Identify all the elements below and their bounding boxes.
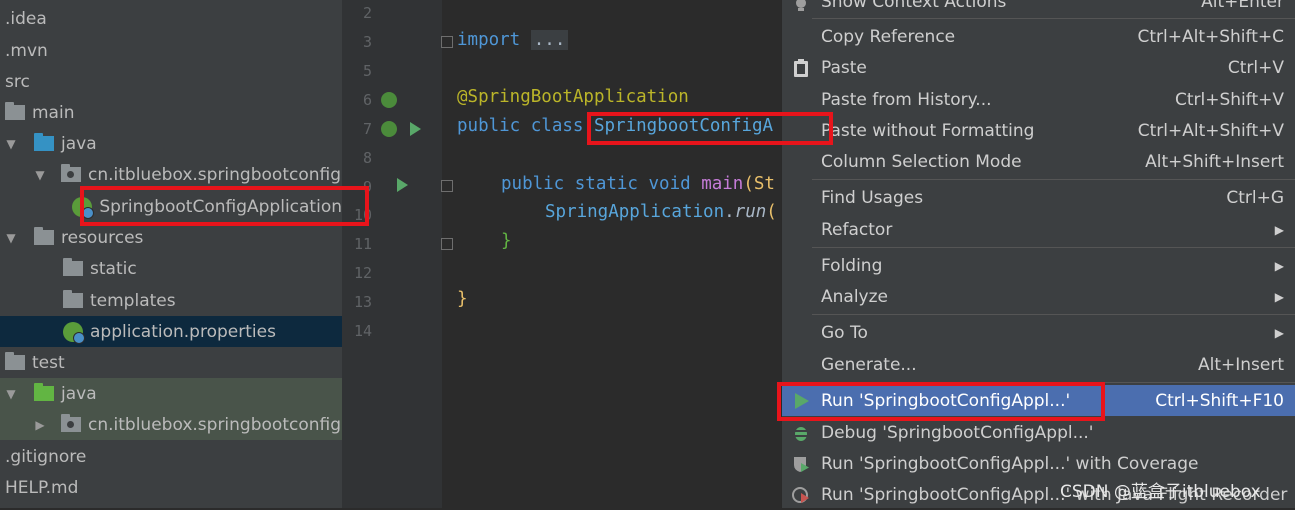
clipboard-icon — [792, 59, 810, 77]
submenu-arrow-icon: ▶ — [1274, 325, 1284, 340]
fold-marker-icon[interactable] — [441, 238, 453, 250]
tree-item-label: resources — [61, 227, 144, 248]
context-menu: Show Context Actions Alt+Enter Copy Refer… — [781, 0, 1295, 508]
line-number: 7 — [362, 120, 372, 138]
tree-item-mvn[interactable]: .mvn — [0, 35, 342, 66]
expand-arrow-icon[interactable]: ▼ — [4, 231, 18, 245]
menu-item-copy-reference[interactable]: Copy Reference Ctrl+Alt+Shift+C — [782, 21, 1295, 52]
tree-item-label: .idea — [5, 8, 47, 29]
highlight-box-run-item — [777, 382, 1105, 421]
tree-item-help[interactable]: HELP.md — [0, 472, 342, 503]
run-gutter-icon[interactable] — [397, 178, 408, 192]
menu-item-paste-without-formatting[interactable]: Paste without Formatting Ctrl+Alt+Shift+V — [782, 115, 1295, 146]
fold-marker-icon[interactable] — [441, 36, 453, 48]
expand-arrow-icon[interactable]: ▼ — [33, 168, 47, 182]
folder-icon — [63, 258, 83, 276]
flight-recorder-icon — [792, 486, 810, 504]
menu-item-find-usages[interactable]: Find Usages Ctrl+G — [782, 182, 1295, 213]
tree-item-label: test — [32, 352, 65, 373]
lightbulb-icon — [792, 0, 810, 14]
debug-bug-icon — [792, 424, 810, 442]
line-number: 3 — [362, 33, 372, 51]
test-folder-icon — [34, 383, 54, 401]
tree-item-label: java — [61, 383, 97, 404]
submenu-arrow-icon: ▶ — [1274, 258, 1284, 273]
menu-item-analyze[interactable]: Analyze ▶ — [782, 281, 1295, 312]
code-line-annotation[interactable]: @SpringBootApplication — [457, 87, 689, 107]
line-number: 13 — [353, 293, 372, 311]
folder-icon — [5, 102, 25, 120]
project-tree-panel: .idea .mvn src main ▼ java ▼ cn.itbluebox.… — [0, 0, 342, 508]
spring-properties-icon — [63, 321, 85, 344]
tree-item-idea[interactable]: .idea — [0, 3, 342, 34]
tree-item-application-properties[interactable]: application.properties — [0, 316, 342, 347]
resources-folder-icon — [34, 227, 54, 245]
line-number: 5 — [362, 62, 372, 80]
code-line-import[interactable]: import ... — [457, 30, 569, 50]
spring-bean-icon[interactable] — [381, 121, 397, 137]
tree-item-static[interactable]: static — [0, 253, 342, 284]
menu-item-column-selection-mode[interactable]: Column Selection Mode Alt+Shift+Insert — [782, 146, 1295, 177]
tree-item-src[interactable]: src — [0, 66, 342, 97]
line-number: 11 — [353, 235, 372, 253]
run-gutter-icon[interactable] — [410, 122, 421, 136]
expand-arrow-icon[interactable]: ▼ — [4, 387, 18, 401]
line-number: 8 — [362, 149, 372, 167]
watermark-text: CSDN @蓝盒子itbluebox — [1060, 482, 1261, 502]
expand-arrow-icon[interactable]: ▼ — [4, 137, 18, 151]
tree-item-templates[interactable]: templates — [0, 285, 342, 316]
code-line-close-inner[interactable]: } — [501, 231, 512, 251]
tree-item-label: src — [5, 71, 30, 92]
tree-item-label: java — [61, 133, 97, 154]
package-icon — [61, 164, 81, 182]
tree-item-gitignore[interactable]: .gitignore — [0, 441, 342, 472]
coverage-shield-icon — [792, 455, 810, 473]
tree-item-java[interactable]: ▼ java — [0, 128, 342, 159]
tree-item-label: HELP.md — [5, 477, 79, 498]
code-line-main[interactable]: public static void main(St — [501, 174, 775, 194]
tree-item-label: templates — [90, 290, 176, 311]
code-line-close-outer[interactable]: } — [457, 289, 468, 309]
package-icon — [61, 414, 81, 432]
fold-marker-icon[interactable] — [441, 180, 453, 192]
code-line-run[interactable]: SpringApplication.run( — [545, 202, 777, 222]
tree-item-test[interactable]: test — [0, 347, 342, 378]
tree-item-label: .mvn — [5, 40, 48, 61]
tree-item-label: .gitignore — [5, 446, 87, 467]
menu-item-generate[interactable]: Generate... Alt+Insert — [782, 349, 1295, 380]
spring-bean-icon[interactable] — [381, 92, 397, 108]
tree-item-test-java[interactable]: ▼ java — [0, 378, 342, 409]
menu-item-paste-from-history[interactable]: Paste from History... Ctrl+Shift+V — [782, 84, 1295, 115]
tree-item-label: cn.itbluebox.springbootconfig — [88, 164, 341, 185]
menu-item-go-to[interactable]: Go To ▶ — [782, 317, 1295, 348]
tree-item-label: cn.itbluebox.springbootconfig — [88, 414, 341, 435]
menu-item-paste[interactable]: Paste Ctrl+V — [782, 52, 1295, 83]
line-number: 12 — [353, 264, 372, 282]
tree-item-test-package[interactable]: ▶ cn.itbluebox.springbootconfig — [0, 409, 342, 440]
menu-item-run-with-coverage[interactable]: Run 'SpringbootConfigAppl...' with Cover… — [782, 448, 1295, 479]
tree-item-label: application.properties — [90, 321, 276, 342]
tree-item-main[interactable]: main — [0, 97, 342, 128]
submenu-arrow-icon: ▶ — [1274, 222, 1284, 237]
menu-item-show-context-actions[interactable]: Show Context Actions Alt+Enter — [782, 0, 1295, 17]
line-number: 2 — [362, 4, 372, 22]
folder-icon — [63, 290, 83, 308]
submenu-arrow-icon: ▶ — [1274, 289, 1284, 304]
tree-item-label: static — [90, 258, 137, 279]
line-number: 14 — [353, 322, 372, 340]
line-number: 6 — [362, 91, 372, 109]
menu-item-folding[interactable]: Folding ▶ — [782, 250, 1295, 281]
tree-item-label: main — [32, 102, 75, 123]
collapse-arrow-icon[interactable]: ▶ — [33, 418, 47, 432]
folder-icon — [5, 352, 25, 370]
highlight-box-class-file — [80, 186, 369, 226]
menu-item-refactor[interactable]: Refactor ▶ — [782, 214, 1295, 245]
highlight-box-class-name — [587, 112, 833, 145]
source-folder-icon — [34, 133, 54, 151]
tree-item-resources[interactable]: ▼ resources — [0, 222, 342, 253]
menu-item-debug[interactable]: Debug 'SpringbootConfigAppl...' — [782, 417, 1295, 448]
